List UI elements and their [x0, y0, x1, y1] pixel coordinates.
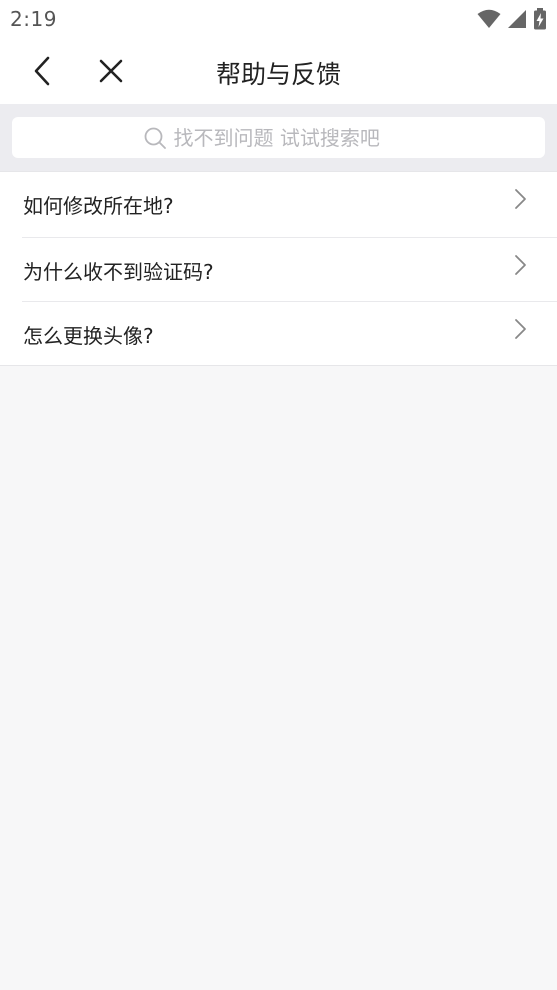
close-icon [99, 59, 123, 83]
faq-item-no-verification-code[interactable]: 为什么收不到验证码? [22, 236, 557, 302]
status-time: 2:19 [10, 7, 57, 31]
chevron-right-icon [515, 189, 526, 209]
chevron-right-icon [515, 254, 526, 275]
search-icon [144, 127, 166, 149]
nav-bar: 帮助与反馈 [0, 38, 557, 104]
page-title: 帮助与反馈 [215, 60, 341, 89]
chevron-right-icon [515, 319, 526, 339]
back-button[interactable] [24, 52, 60, 90]
faq-item-label: 为什么收不到验证码? [23, 259, 214, 284]
faq-item-change-avatar[interactable]: 怎么更换头像? [22, 301, 557, 366]
status-icons [477, 8, 547, 30]
search-area [0, 104, 557, 171]
faq-item-change-location[interactable]: 如何修改所在地? [22, 172, 557, 237]
battery-charging-icon [534, 8, 546, 30]
search-input[interactable] [173, 125, 414, 150]
search-box[interactable] [12, 117, 545, 158]
wifi-icon [477, 9, 501, 28]
status-bar: 2:19 [0, 0, 557, 38]
signal-icon [508, 10, 526, 28]
chevron-left-icon [34, 56, 50, 86]
close-button[interactable] [92, 52, 130, 90]
faq-item-label: 如何修改所在地? [23, 194, 174, 218]
faq-item-label: 怎么更换头像? [23, 324, 154, 348]
faq-list: 如何修改所在地? 为什么收不到验证码? 怎么更换头像? [0, 171, 557, 366]
